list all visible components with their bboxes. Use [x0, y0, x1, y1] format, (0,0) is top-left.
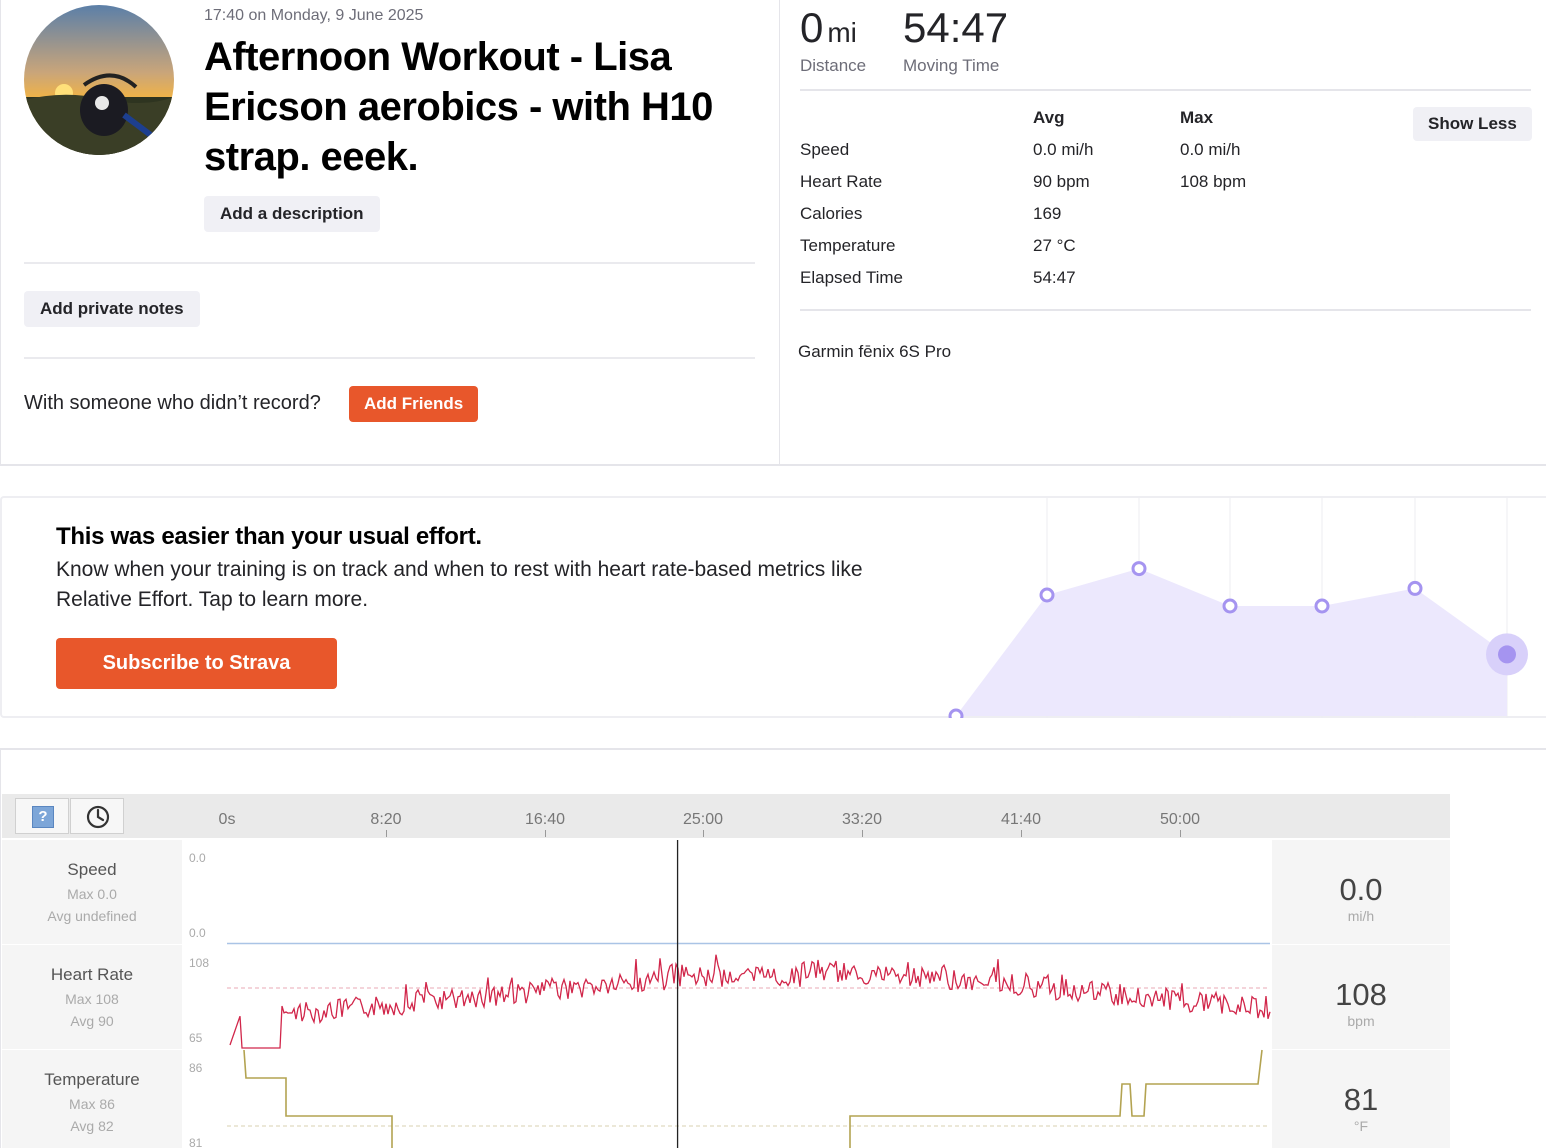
activity-datetime: 17:40 on Monday, 9 June 2025: [204, 7, 424, 24]
metric-name: Temperature: [44, 1070, 140, 1089]
time-tick-label: 8:20: [370, 811, 402, 828]
show-less-button[interactable]: Show Less: [1413, 107, 1532, 141]
time-tick-mark: [545, 830, 546, 837]
metric-name: Heart Rate: [50, 965, 134, 984]
time-tick-mark: [862, 830, 863, 837]
help-icon: ?: [32, 806, 54, 828]
avatar-photo: [24, 5, 174, 155]
add-description-button[interactable]: Add a description: [204, 196, 380, 232]
distance-value: 0: [800, 4, 824, 51]
heart-rate-current-value: 108: [1335, 977, 1387, 1012]
metric-max: Max 108: [65, 991, 119, 1007]
effort-point: [948, 708, 964, 718]
temperature-trace: [243, 1049, 1263, 1148]
time-tick-label: 16:40: [524, 811, 566, 828]
temperature-current-value: 81: [1343, 1082, 1379, 1117]
row-avg: 27 °C: [1033, 236, 1076, 255]
divider: [800, 89, 1531, 91]
help-button[interactable]: ?: [15, 798, 69, 834]
row-max: 108 bpm: [1180, 172, 1247, 191]
activity-streams-chart[interactable]: [182, 840, 1272, 1148]
effort-title: This was easier than your usual effort.: [56, 523, 482, 550]
subscribe-button[interactable]: Subscribe to Strava: [56, 638, 337, 689]
effort-point: [1131, 561, 1147, 577]
moving-time-label: Moving Time: [903, 56, 1000, 75]
row-label: Heart Rate: [800, 172, 883, 191]
divider: [24, 357, 755, 359]
time-axis-button[interactable]: [70, 798, 124, 834]
clock-icon: [86, 805, 110, 829]
add-private-notes-button[interactable]: Add private notes: [24, 291, 200, 327]
effort-point: [1314, 598, 1330, 614]
speed-current-value: 0.0: [1339, 872, 1383, 907]
time-tick-label: 50:00: [1159, 811, 1201, 828]
metric-avg: Avg 90: [70, 1013, 114, 1029]
speed-unit: mi/h: [1347, 908, 1375, 924]
max-header: Max: [1180, 108, 1214, 127]
row-avg: 0.0 mi/h: [1033, 140, 1094, 159]
moving-time-value: 54:47: [903, 4, 1009, 51]
effort-point: [1039, 587, 1055, 603]
distance-label: Distance: [800, 56, 867, 75]
time-tick-mark: [386, 830, 387, 837]
metric-avg: Avg undefined: [47, 908, 137, 924]
distance-unit: mi: [827, 17, 857, 48]
effort-point: [1407, 580, 1423, 596]
temperature-value-box: 81 °F: [1272, 1050, 1450, 1148]
metric-max: Max 0.0: [67, 886, 117, 902]
temperature-row-label: Temperature Max 86 Avg 82: [2, 1050, 182, 1148]
row-avg: 90 bpm: [1033, 172, 1090, 191]
time-tick-label: 33:20: [841, 811, 883, 828]
metric-max: Max 86: [69, 1096, 115, 1112]
activity-title: Afternoon Workout - Lisa Ericson aerobic…: [204, 35, 713, 179]
metric-avg: Avg 82: [70, 1118, 114, 1134]
distance-stat: 0 mi: [800, 4, 857, 52]
row-label: Elapsed Time: [800, 268, 903, 287]
time-tick-label: 0s: [218, 811, 236, 828]
metric-name: Speed: [67, 860, 117, 879]
avatar[interactable]: [24, 5, 174, 155]
time-tick-label: 41:40: [1000, 811, 1042, 828]
divider: [24, 262, 755, 264]
divider: [800, 309, 1531, 311]
row-avg: 54:47: [1033, 268, 1076, 287]
time-tick-mark: [703, 830, 704, 837]
heart-rate-row-label: Heart Rate Max 108 Avg 90: [2, 945, 182, 1049]
time-tick-label: 25:00: [682, 811, 724, 828]
heart-rate-unit: bpm: [1347, 1013, 1375, 1029]
heart-rate-trace: [229, 954, 1271, 1049]
heart-rate-value-box: 108 bpm: [1272, 945, 1450, 1049]
row-label: Temperature: [800, 236, 896, 255]
add-friends-button[interactable]: Add Friends: [349, 386, 479, 422]
time-tick-mark: [1180, 830, 1181, 837]
temperature-unit: °F: [1353, 1118, 1369, 1134]
speed-value-box: 0.0 mi/h: [1272, 840, 1450, 944]
row-max: 0.0 mi/h: [1180, 140, 1241, 159]
avg-header: Avg: [1033, 108, 1065, 127]
with-someone-prompt: With someone who didn’t record?: [24, 392, 321, 414]
row-label: Speed: [800, 140, 850, 159]
time-tick-mark: [1021, 830, 1022, 837]
speed-row-label: Speed Max 0.0 Avg undefined: [2, 840, 182, 944]
effort-trend-chart[interactable]: [930, 498, 1546, 718]
effort-description: Know when your training is on track and …: [56, 558, 863, 611]
effort-current-point: [1498, 645, 1516, 664]
device-name: Garmin fēnix 6S Pro: [798, 342, 952, 361]
row-avg: 169: [1033, 204, 1062, 223]
effort-point: [1222, 598, 1238, 614]
column-divider: [779, 0, 780, 464]
row-label: Calories: [800, 204, 863, 223]
